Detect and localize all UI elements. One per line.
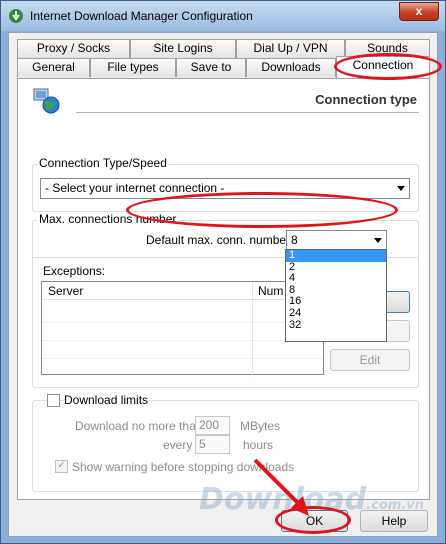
network-globe-icon: [33, 88, 60, 114]
dropdown-option[interactable]: 16: [286, 296, 386, 308]
tab-label: File types: [107, 60, 159, 74]
close-icon: x: [415, 4, 423, 18]
hours-label: hours: [243, 438, 274, 452]
edit-button-label: Edit: [359, 353, 381, 367]
dropdown-option[interactable]: 24: [286, 307, 386, 320]
max-conn-dropdown-list[interactable]: 1 2 4 8 16 24 32: [285, 249, 387, 342]
exceptions-header: Server Num: [42, 282, 323, 377]
download-limit-mb-value: 200: [199, 418, 220, 432]
tab-file-types[interactable]: File types: [90, 58, 176, 77]
connection-type-value: - Select your internet connection -: [45, 181, 225, 195]
tab-proxy-socks[interactable]: Proxy / Socks: [17, 39, 130, 58]
every-hours-input[interactable]: 5: [195, 435, 230, 454]
watermark-suffix: .com.vn: [366, 498, 424, 513]
tab-label: Save to: [190, 60, 232, 74]
download-limits-label: Download limits: [64, 393, 151, 407]
title-bar[interactable]: Internet Download Manager Configuration …: [1, 1, 445, 31]
idm-app-icon: [9, 9, 23, 23]
tab-downloads[interactable]: Downloads: [246, 58, 336, 77]
list-row-line: [42, 322, 323, 323]
column-server[interactable]: Server: [48, 284, 83, 298]
column-divider: [252, 282, 253, 377]
tab-label: Dial Up / VPN: [253, 41, 328, 55]
chevron-down-icon: [397, 186, 405, 191]
highlight-ring-connection-tab: [334, 53, 442, 80]
dropdown-option[interactable]: 1: [286, 249, 386, 262]
list-row-line: [42, 340, 323, 341]
tab-label: Downloads: [261, 60, 321, 74]
highlight-ring-max-conn: [126, 192, 398, 228]
close-button[interactable]: x: [399, 2, 439, 21]
dropdown-option[interactable]: 32: [286, 319, 386, 332]
default-max-conn-label: Default max. conn. number: [146, 233, 291, 247]
download-limits-checkbox[interactable]: [47, 394, 60, 407]
tab-site-logins[interactable]: Site Logins: [130, 39, 236, 58]
tab-label: Proxy / Socks: [36, 41, 111, 55]
red-arrow-icon: [253, 458, 309, 516]
tab-general[interactable]: General: [17, 58, 90, 77]
dropdown-option[interactable]: 2: [286, 261, 386, 274]
every-hours-value: 5: [199, 437, 206, 451]
page-title: Connection type: [315, 92, 417, 107]
default-max-conn-select[interactable]: 8: [286, 230, 387, 250]
tab-label: Site Logins: [153, 41, 213, 55]
tab-dial-up-vpn[interactable]: Dial Up / VPN: [236, 39, 345, 58]
tab-save-to[interactable]: Save to: [176, 58, 246, 77]
connection-type-label: Connection Type/Speed: [37, 156, 169, 170]
every-label: every: [163, 438, 193, 452]
tab-label: General: [32, 60, 75, 74]
show-warning-checkbox[interactable]: ✓: [55, 460, 68, 473]
column-num[interactable]: Num: [258, 284, 283, 298]
mbytes-label: MBytes: [240, 419, 281, 433]
default-max-conn-value: 8: [291, 233, 298, 247]
list-row-line: [42, 358, 323, 359]
dropdown-option[interactable]: 4: [286, 273, 386, 285]
window-title: Internet Download Manager Configuration: [30, 9, 253, 23]
chevron-down-icon: [374, 238, 382, 243]
exceptions-list[interactable]: Server Num: [41, 281, 324, 377]
dialog-client: Proxy / Socks Site Logins Dial Up / VPN …: [8, 32, 438, 537]
config-window: Internet Download Manager Configuration …: [0, 0, 446, 544]
header-divider: [76, 112, 419, 113]
dropdown-option[interactable]: 8: [286, 284, 386, 297]
edit-exception-button[interactable]: Edit: [330, 349, 410, 371]
exceptions-label: Exceptions:: [43, 264, 106, 278]
download-no-more-label: Download no more than: [75, 419, 203, 433]
download-limit-mb-input[interactable]: 200: [195, 416, 230, 435]
